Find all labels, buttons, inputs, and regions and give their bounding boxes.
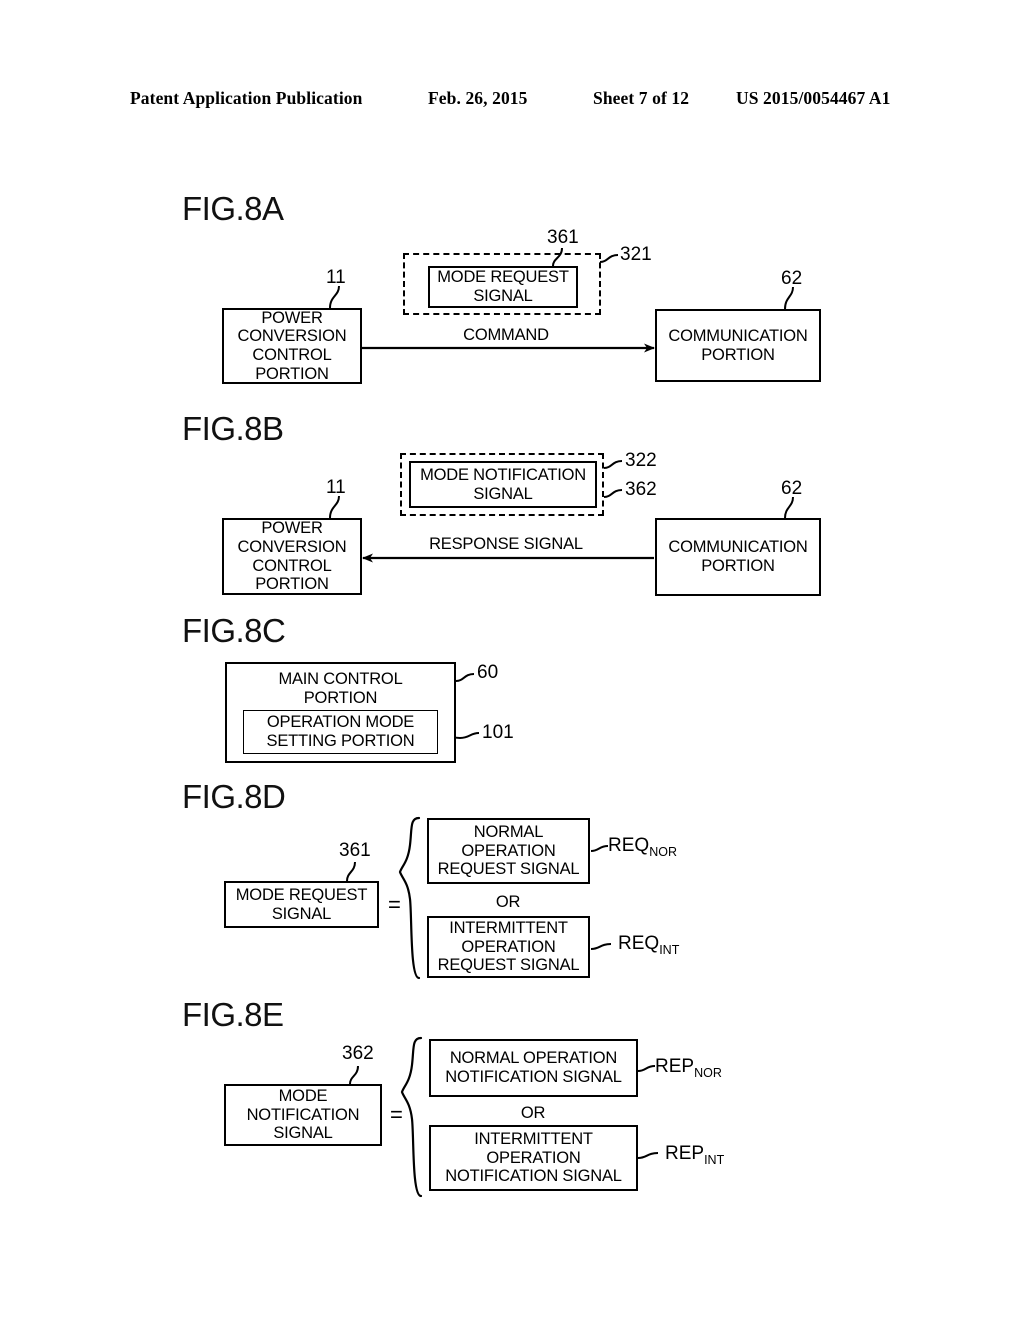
fig8d-or-label: OR bbox=[495, 893, 521, 911]
fig8a-communication-portion-box: COMMUNICATION PORTION bbox=[655, 309, 821, 382]
patent-header: Patent Application Publication Feb. 26, … bbox=[0, 88, 1024, 114]
fig8e-ref-rep-nor: REPNOR bbox=[655, 1057, 722, 1079]
fig8d-equals-sign: = bbox=[388, 892, 401, 917]
fig8e-equals-sign: = bbox=[390, 1102, 403, 1127]
fig8e-ref-rep-nor-base: REP bbox=[655, 1056, 695, 1077]
fig8d-ref-req-int: REQINT bbox=[618, 934, 679, 956]
header-date: Feb. 26, 2015 bbox=[428, 88, 528, 108]
fig8a-ref-361: 361 bbox=[547, 227, 579, 248]
fig8d-ref-req-nor: REQNOR bbox=[608, 836, 677, 858]
fig8d-ref-req-nor-sub: NOR bbox=[649, 844, 677, 859]
fig8a-ref-11: 11 bbox=[326, 267, 346, 288]
fig8b-ref-11: 11 bbox=[326, 477, 346, 498]
connector-overlay bbox=[329, 247, 794, 1198]
header-sheet: Sheet 7 of 12 bbox=[593, 88, 690, 108]
fig8c-ref-101: 101 bbox=[482, 722, 514, 743]
fig8b-ref-322: 322 bbox=[625, 450, 657, 471]
fig8e-or-label: OR bbox=[520, 1104, 546, 1122]
fig8e-mode-notification-signal-box: MODE NOTIFICATION SIGNAL bbox=[224, 1084, 382, 1146]
fig8b-mode-notification-signal-box: MODE NOTIFICATION SIGNAL bbox=[409, 461, 597, 508]
fig8b-ref-362: 362 bbox=[625, 479, 657, 500]
figure-label-8d: FIG.8D bbox=[182, 778, 286, 815]
fig8d-ref-req-int-sub: INT bbox=[659, 942, 680, 957]
figure-label-8b: FIG.8B bbox=[182, 410, 284, 447]
fig8b-power-conversion-control-portion-box: POWER CONVERSION CONTROL PORTION bbox=[222, 518, 362, 595]
fig8d-ref-361: 361 bbox=[339, 840, 371, 861]
patent-drawing-page: Patent Application Publication Feb. 26, … bbox=[0, 0, 1024, 1320]
fig8d-ref-req-int-base: REQ bbox=[618, 933, 660, 954]
header-publication: Patent Application Publication bbox=[130, 88, 363, 108]
fig8c-operation-mode-setting-portion-box: OPERATION MODE SETTING PORTION bbox=[243, 710, 438, 754]
fig8e-intermittent-operation-notification-signal-box: INTERMITTENT OPERATION NOTIFICATION SIGN… bbox=[429, 1125, 638, 1191]
fig8a-power-conversion-control-portion-box: POWER CONVERSION CONTROL PORTION bbox=[222, 308, 362, 384]
fig8c-ref-60: 60 bbox=[477, 662, 499, 683]
header-publication-number: US 2015/0054467 A1 bbox=[736, 88, 891, 108]
fig8e-ref-rep-int-sub: INT bbox=[704, 1152, 725, 1167]
fig8a-command-label: COMMAND bbox=[463, 326, 549, 344]
fig8d-ref-req-nor-base: REQ bbox=[608, 835, 650, 856]
fig8b-response-signal-label: RESPONSE SIGNAL bbox=[429, 535, 583, 553]
fig8e-ref-rep-int-base: REP bbox=[665, 1143, 705, 1164]
fig8d-normal-operation-request-signal-box: NORMAL OPERATION REQUEST SIGNAL bbox=[427, 818, 590, 884]
fig8e-ref-rep-nor-sub: NOR bbox=[694, 1065, 722, 1080]
figure-label-8e: FIG.8E bbox=[182, 996, 284, 1033]
fig8e-normal-operation-notification-signal-box: NORMAL OPERATION NOTIFICATION SIGNAL bbox=[429, 1039, 638, 1097]
fig8a-mode-request-signal-box: MODE REQUEST SIGNAL bbox=[428, 266, 578, 308]
fig8d-mode-request-signal-box: MODE REQUEST SIGNAL bbox=[224, 881, 379, 928]
figure-label-8c: FIG.8C bbox=[182, 612, 286, 649]
fig8a-ref-62: 62 bbox=[781, 268, 803, 289]
fig8e-ref-362: 362 bbox=[342, 1043, 374, 1064]
fig8a-ref-321: 321 bbox=[620, 244, 652, 265]
fig8d-intermittent-operation-request-signal-box: INTERMITTENT OPERATION REQUEST SIGNAL bbox=[427, 916, 590, 978]
fig8e-ref-rep-int: REPINT bbox=[665, 1144, 724, 1166]
fig8b-ref-62: 62 bbox=[781, 478, 803, 499]
figure-label-8a: FIG.8A bbox=[182, 190, 284, 227]
fig8b-communication-portion-box: COMMUNICATION PORTION bbox=[655, 518, 821, 596]
